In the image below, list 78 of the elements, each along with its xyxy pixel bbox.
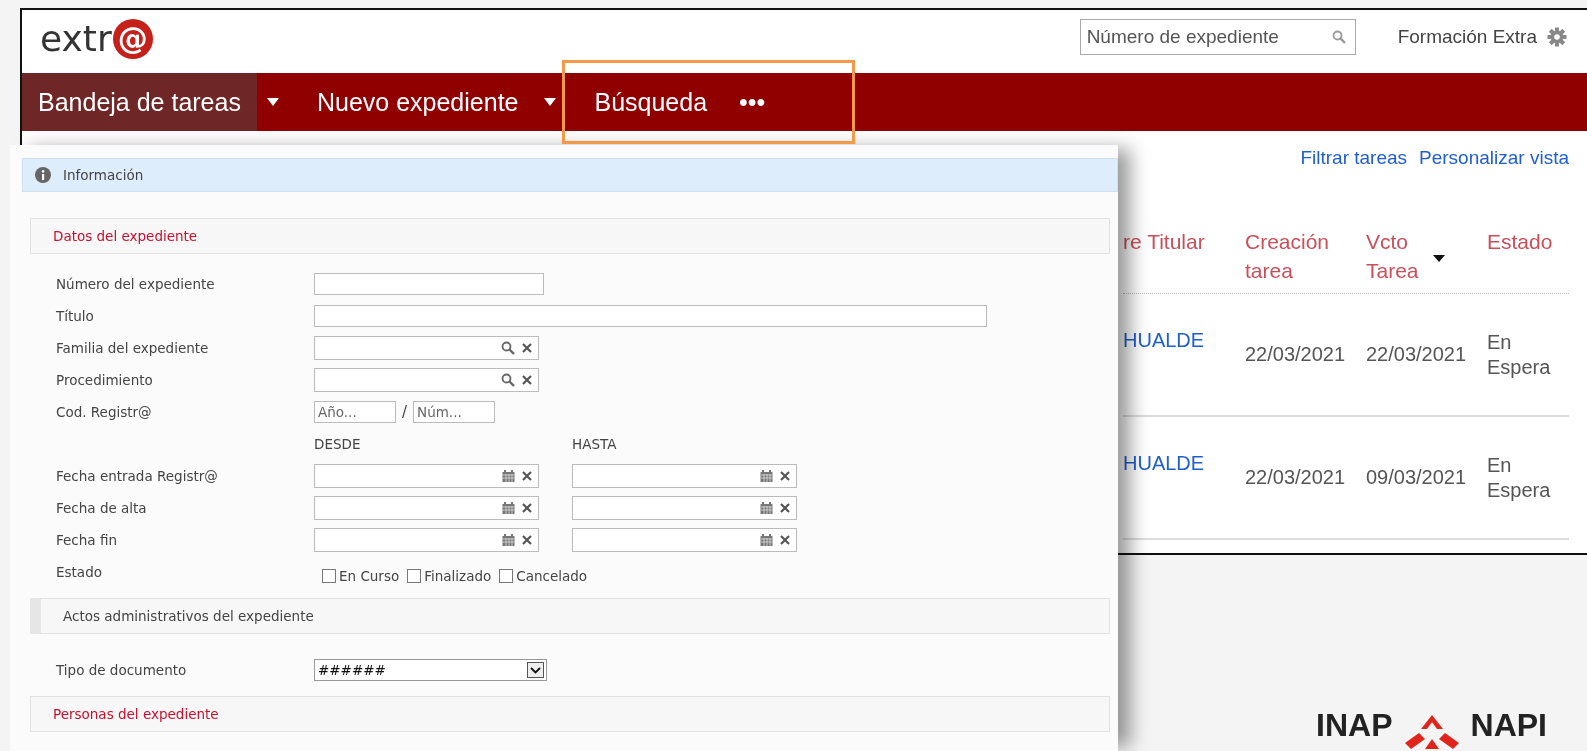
close-icon [779,502,791,514]
logo-text: INAP [1316,707,1393,743]
field-label: Fecha fin [56,532,118,548]
table-cell: 22/03/2021 [1245,343,1346,365]
field-label: Familia del expediente [56,340,210,356]
calendar-icon [760,534,773,546]
close-icon [779,534,791,546]
nav-tab[interactable]: ••• [723,73,782,131]
checkbox[interactable] [407,569,422,583]
field-label: Tipo de documento [56,662,188,678]
column-header[interactable]: Creación tarea [1245,227,1330,285]
table-cell: 22/03/2021 [1366,343,1467,365]
field-label: Fecha de alta [56,500,148,516]
nav-tab[interactable]: Nuevo expediente [300,73,535,131]
date-field[interactable] [314,496,539,520]
field-label: Fecha entrada Registr@ [56,468,219,484]
close-icon [521,534,533,546]
section-title: Personas del expediente [52,706,219,722]
checkbox-label: Cancelado [516,568,588,584]
date-field[interactable] [314,528,539,552]
range-label: HASTA [572,436,618,452]
search-icon [501,341,515,355]
select-field[interactable]: ###### [314,659,547,681]
calendar-icon [760,502,773,514]
text-field[interactable]: Núm... [413,401,496,423]
column-header[interactable]: Vcto Tarea [1366,227,1419,285]
calendar-icon [502,534,515,546]
gear-icon [1547,26,1567,47]
lookup-field[interactable] [314,336,539,360]
date-field[interactable] [572,528,797,552]
date-field[interactable] [572,496,797,520]
logo-text: NAPI [1470,707,1547,743]
close-icon [521,502,533,514]
checkbox-label: Finalizado [424,568,492,584]
column-header[interactable]: re Titular [1123,227,1205,256]
search-field[interactable]: Número de expediente [1079,18,1356,55]
calendar-icon [502,470,515,482]
table-cell: En Espera [1487,452,1551,503]
link[interactable]: Filtrar tareas [1300,147,1408,169]
checkbox-label: En Curso [339,568,400,584]
field-label: Cod. Registr@ [56,404,153,420]
separator-text: / [402,403,408,421]
section-title: Datos del expediente [52,228,198,244]
text-field[interactable]: Año... [314,401,396,423]
table-cell: 22/03/2021 [1245,466,1346,488]
calendar-icon [502,502,515,514]
date-field[interactable] [572,464,797,488]
nav-tab[interactable]: Búsqueda [578,73,724,131]
close-icon [521,374,533,386]
holder-link[interactable]: HUALDE [1123,452,1205,474]
field-label: Título [56,308,95,324]
table-cell: En Espera [1487,329,1551,380]
close-icon [521,470,533,482]
search-icon [1331,29,1346,44]
text-field[interactable] [314,273,544,295]
search-icon [501,373,515,387]
field-label: Número del expediente [56,276,216,292]
lookup-field[interactable] [314,368,539,392]
table-cell: 09/03/2021 [1366,466,1467,488]
text-field[interactable] [314,305,987,327]
range-label: DESDE [314,436,362,452]
user-name[interactable]: Formación Extra [1397,25,1537,48]
nav-tab[interactable]: Bandeja de tareas [22,73,257,131]
close-icon [779,470,791,482]
checkbox[interactable] [322,569,336,583]
field-label: Estado [56,564,103,580]
column-header[interactable]: Estado [1487,227,1553,256]
checkbox[interactable] [499,569,514,583]
date-field[interactable] [314,464,539,488]
section-title: Actos administrativos del expediente [62,608,314,624]
info-icon [35,167,51,183]
close-icon [521,342,533,354]
info-title: Información [63,167,144,183]
field-label: Procedimiento [56,372,154,388]
calendar-icon [760,470,773,482]
link[interactable]: Personalizar vista [1419,147,1569,169]
holder-link[interactable]: HUALDE [1123,329,1205,351]
logo: extr @ [40,18,153,59]
